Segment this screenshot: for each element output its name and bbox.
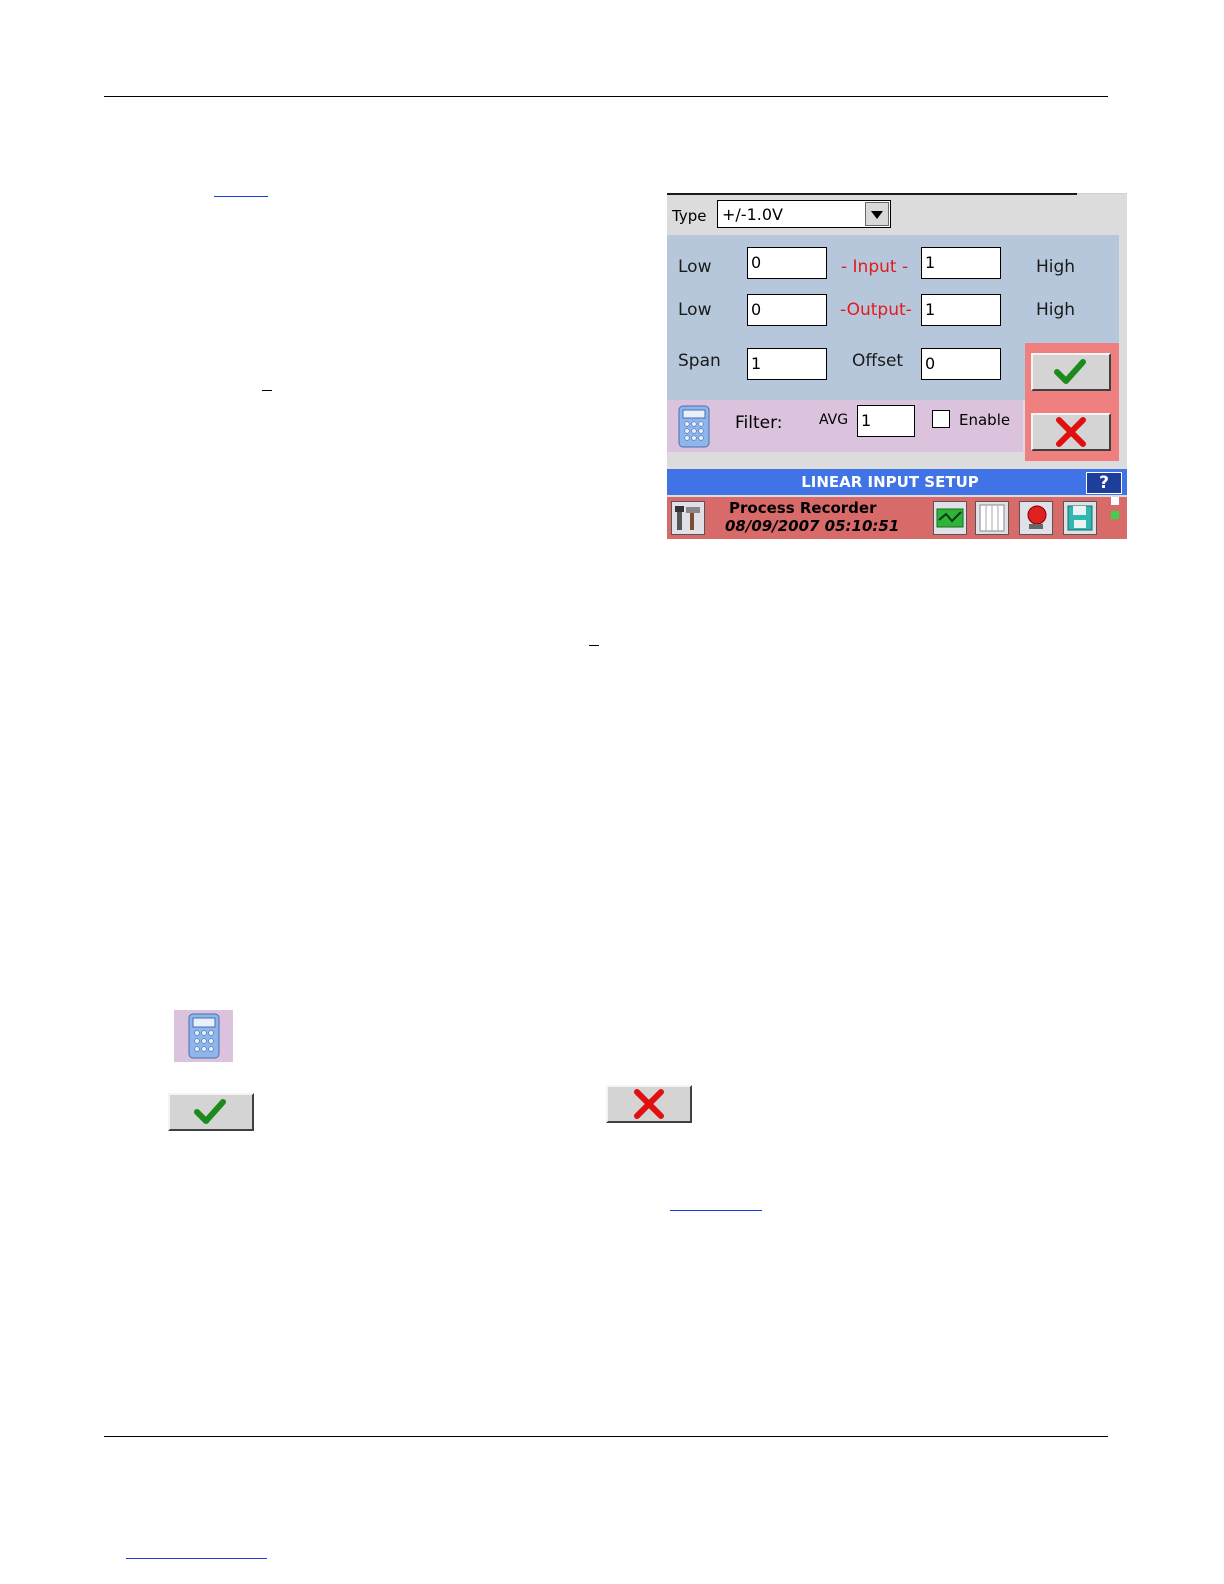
offset-field[interactable]: 0 — [921, 348, 1001, 380]
footer-rule — [104, 1436, 1108, 1437]
panel-top-border — [1077, 193, 1127, 194]
table-button[interactable] — [975, 501, 1009, 535]
link-underline-top[interactable] — [214, 196, 268, 197]
span-field[interactable]: 1 — [747, 348, 827, 380]
tools-button[interactable] — [671, 501, 705, 535]
output-low-label: Low — [678, 300, 712, 320]
action-buttons-area — [1025, 343, 1119, 461]
alarm-icon — [1027, 505, 1047, 529]
filter-section: Filter: AVG 1 Enable — [667, 400, 1023, 452]
input-low-label: Low — [678, 257, 712, 277]
help-button[interactable]: ? — [1086, 472, 1122, 494]
input-high-field[interactable]: 1 — [921, 247, 1001, 279]
graph-button[interactable] — [933, 501, 967, 535]
output-section-label: -Output- — [840, 300, 912, 320]
checkmark-icon — [1054, 359, 1086, 384]
calculator-icon[interactable] — [678, 405, 710, 448]
type-label: Type — [672, 207, 707, 225]
input-section-label: - Input - — [841, 257, 909, 277]
dropdown-arrow-icon[interactable] — [865, 202, 889, 226]
avg-label: AVG — [819, 412, 849, 428]
ok-button[interactable] — [1031, 353, 1111, 391]
checkmark-icon — [194, 1099, 226, 1124]
filter-label: Filter: — [735, 413, 783, 433]
underscore-mark — [589, 645, 599, 646]
output-high-label: High — [1036, 300, 1076, 320]
status-led-top — [1111, 497, 1119, 505]
input-high-label: High — [1036, 257, 1076, 277]
link-underline-footer[interactable] — [126, 1558, 267, 1559]
offset-label: Offset — [852, 351, 904, 371]
underscore-mark — [262, 390, 272, 391]
cancel-button[interactable] — [1031, 413, 1111, 451]
x-icon — [634, 1089, 664, 1119]
link-underline-middle[interactable] — [670, 1210, 762, 1211]
graph-icon — [936, 508, 964, 528]
save-button[interactable] — [1063, 501, 1097, 535]
alarm-button[interactable] — [1019, 501, 1053, 535]
status-bar: Process Recorder 08/09/2007 05:10:51 — [667, 497, 1127, 539]
calculator-icon — [188, 1013, 220, 1059]
table-icon — [979, 504, 1005, 532]
span-label: Span — [678, 351, 721, 371]
title-bar: LINEAR INPUT SETUP ? — [667, 469, 1127, 495]
header-rule — [104, 96, 1108, 97]
cancel-button-standalone — [606, 1085, 692, 1123]
avg-field[interactable]: 1 — [857, 405, 915, 437]
x-icon — [1056, 417, 1086, 447]
save-icon — [1067, 505, 1093, 531]
output-low-field[interactable]: 0 — [747, 294, 827, 326]
output-high-field[interactable]: 1 — [921, 294, 1001, 326]
screen-title: LINEAR INPUT SETUP — [801, 473, 979, 491]
linear-input-setup-screenshot: Type +/-1.0V Low 0 - Input - 1 High Low … — [667, 193, 1127, 539]
ok-button-standalone — [168, 1093, 254, 1131]
enable-label: Enable — [959, 411, 1011, 429]
type-dropdown[interactable]: +/-1.0V — [717, 200, 891, 228]
device-name: Process Recorder — [729, 499, 877, 517]
enable-checkbox[interactable] — [932, 410, 950, 428]
status-datetime: 08/09/2007 05:10:51 — [725, 517, 900, 535]
type-dropdown-value: +/-1.0V — [722, 205, 783, 224]
input-low-field[interactable]: 0 — [747, 247, 827, 279]
panel-top-border — [667, 193, 1077, 195]
calculator-icon-standalone — [174, 1010, 233, 1062]
status-led-bottom — [1111, 511, 1119, 519]
tools-icon — [675, 506, 700, 530]
